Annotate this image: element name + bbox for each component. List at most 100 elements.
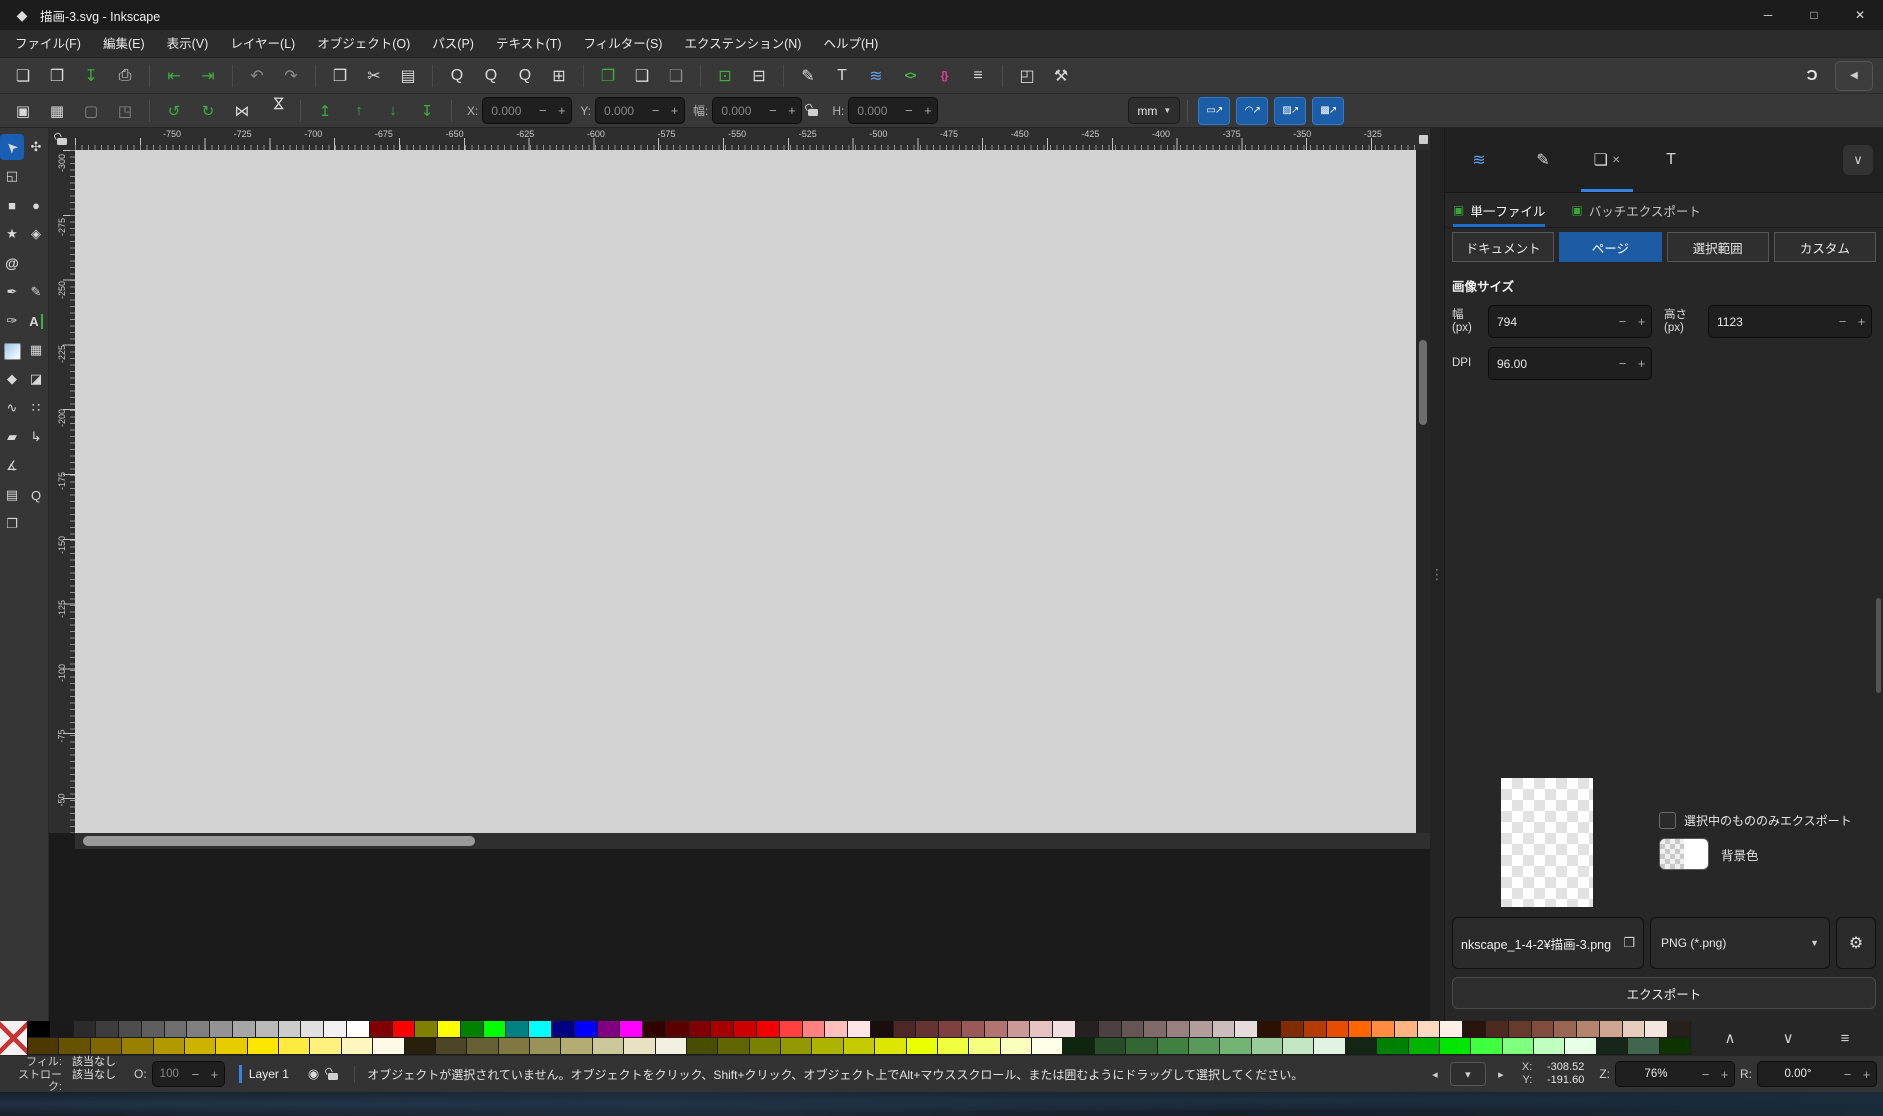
save-document-icon[interactable]: ↧	[76, 62, 106, 90]
palette-swatch[interactable]	[1008, 1021, 1031, 1038]
preferences-icon[interactable]: ⚒	[1046, 62, 1076, 90]
palette-swatch[interactable]	[1645, 1021, 1668, 1038]
opacity-input[interactable]: 100−+	[152, 1061, 225, 1087]
snap-toggle-icon[interactable]: Ɔ	[1799, 67, 1825, 84]
rotate-ccw-icon[interactable]: ↺	[159, 99, 189, 123]
select-all-layers-icon[interactable]: ▦	[42, 99, 72, 123]
palette-swatch[interactable]	[875, 1038, 906, 1055]
palette-swatch[interactable]	[324, 1021, 347, 1038]
palette-swatch[interactable]	[1372, 1021, 1395, 1038]
palette-swatch[interactable]	[962, 1021, 985, 1038]
palette-swatch[interactable]	[780, 1021, 803, 1038]
dropper-tool[interactable]: ◆	[0, 366, 24, 392]
flip-vertical-icon[interactable]: ⋈	[264, 96, 288, 126]
xml-editor-icon[interactable]: <>	[895, 62, 925, 90]
mesh-tool[interactable]: ▦	[24, 337, 48, 363]
palette-swatch[interactable]	[484, 1021, 507, 1038]
ruler-tool[interactable]: ▤	[0, 482, 24, 508]
spray-tool[interactable]: ∷	[24, 395, 48, 421]
calligraphy-tool[interactable]: ✑	[0, 308, 24, 334]
palette-swatch[interactable]	[812, 1038, 843, 1055]
palette-swatch[interactable]	[530, 1038, 561, 1055]
scrollbar-thumb[interactable]	[1419, 340, 1427, 425]
palette-swatch[interactable]	[734, 1021, 757, 1038]
export-height-input[interactable]: 1123−+	[1708, 305, 1872, 338]
palette-swatch[interactable]	[1349, 1021, 1372, 1038]
palette-swatch[interactable]	[757, 1021, 780, 1038]
palette-swatch[interactable]	[233, 1021, 256, 1038]
palette-swatch[interactable]	[370, 1021, 393, 1038]
paint-bucket-tool[interactable]: ◪	[24, 366, 48, 392]
move-patterns-toggle[interactable]: ▩↗	[1312, 97, 1344, 125]
palette-swatch[interactable]	[938, 1038, 969, 1055]
export-settings-button[interactable]: ⚙	[1836, 917, 1876, 969]
prev-page-button[interactable]: ◂	[1424, 1063, 1446, 1085]
palette-swatch[interactable]	[461, 1021, 484, 1038]
palette-scroll-up[interactable]: ∧	[1725, 1029, 1736, 1047]
background-color-swatch[interactable]	[1659, 838, 1709, 870]
text-dialog-icon[interactable]: T	[827, 62, 857, 90]
decrement-button[interactable]: −	[1838, 1067, 1857, 1082]
palette-swatch[interactable]	[844, 1038, 875, 1055]
palette-swatch[interactable]	[310, 1038, 341, 1055]
increment-button[interactable]: +	[552, 103, 571, 118]
palette-swatch[interactable]	[415, 1021, 438, 1038]
pages-tool[interactable]: ❐	[0, 511, 24, 537]
palette-swatch[interactable]	[28, 1021, 51, 1038]
decrement-button[interactable]: −	[1613, 314, 1632, 329]
palette-swatch[interactable]	[1283, 1038, 1314, 1055]
menu-item[interactable]: ヘルプ(H)	[812, 31, 889, 57]
palette-swatch[interactable]	[598, 1021, 621, 1038]
palette-swatch[interactable]	[871, 1021, 894, 1038]
unlink-clone-icon[interactable]: ❑	[661, 62, 691, 90]
export-format-select[interactable]: PNG (*.png) ▼	[1650, 917, 1830, 969]
fill-value[interactable]: 該当なし	[72, 1056, 116, 1068]
connector-tool[interactable]: ↳	[24, 424, 48, 450]
palette-swatch[interactable]	[916, 1021, 939, 1038]
palette-swatch[interactable]	[1258, 1021, 1281, 1038]
palette-swatch[interactable]	[624, 1038, 655, 1055]
zoom-input[interactable]: 76%−+	[1615, 1061, 1735, 1087]
palette-swatch[interactable]	[529, 1021, 552, 1038]
palette-swatch[interactable]	[1158, 1038, 1189, 1055]
export-area-document[interactable]: ドキュメント	[1452, 232, 1554, 262]
menu-item[interactable]: エクステンション(N)	[673, 31, 812, 57]
close-icon[interactable]: ✕	[1612, 155, 1620, 166]
palette-swatch[interactable]	[1213, 1021, 1236, 1038]
palette-swatch[interactable]	[373, 1038, 404, 1055]
increment-button[interactable]: +	[665, 103, 684, 118]
palette-swatch[interactable]	[1577, 1021, 1600, 1038]
scale-stroke-toggle[interactable]: ▭↗	[1198, 97, 1230, 125]
palette-swatch[interactable]	[985, 1021, 1008, 1038]
tab-single-file[interactable]: ▣ 単一ファイル	[1453, 193, 1545, 227]
palette-swatch[interactable]	[939, 1021, 962, 1038]
palette-swatch[interactable]	[1126, 1038, 1157, 1055]
palette-swatch[interactable]	[96, 1021, 119, 1038]
menu-item[interactable]: テキスト(T)	[485, 31, 573, 57]
palette-swatch[interactable]	[210, 1021, 233, 1038]
horizontal-scrollbar[interactable]	[75, 833, 1430, 849]
palette-swatch[interactable]	[1001, 1038, 1032, 1055]
lower-icon[interactable]: ↓	[378, 99, 408, 123]
node-tool[interactable]: ✣	[24, 134, 48, 160]
palette-swatch[interactable]	[1418, 1021, 1441, 1038]
increment-button[interactable]: +	[1632, 314, 1651, 329]
width-input[interactable]: 0.000−+	[712, 97, 802, 124]
palette-swatch[interactable]	[248, 1038, 279, 1055]
palette-swatch[interactable]	[781, 1038, 812, 1055]
ellipse-tool[interactable]: ●	[24, 192, 48, 218]
text-tool[interactable]: A	[24, 308, 48, 334]
selection-box-icon[interactable]: ◳	[110, 99, 140, 123]
x-input[interactable]: 0.000−+	[482, 97, 572, 124]
next-page-button[interactable]: ▸	[1490, 1063, 1512, 1085]
select-all-icon[interactable]: ▣	[8, 99, 38, 123]
palette-swatch[interactable]	[1122, 1021, 1145, 1038]
export-selection-only-checkbox[interactable]: 選択中のもののみエクスポート	[1659, 812, 1852, 829]
decrement-button[interactable]: −	[186, 1067, 205, 1082]
increment-button[interactable]: +	[1852, 314, 1871, 329]
stroke-value[interactable]: 該当なし	[72, 1069, 116, 1093]
palette-swatch[interactable]	[1346, 1038, 1377, 1055]
export-button[interactable]: エクスポート	[1452, 977, 1876, 1009]
lower-to-bottom-icon[interactable]: ↧	[412, 99, 442, 123]
redo-icon[interactable]: ↷	[276, 62, 306, 90]
